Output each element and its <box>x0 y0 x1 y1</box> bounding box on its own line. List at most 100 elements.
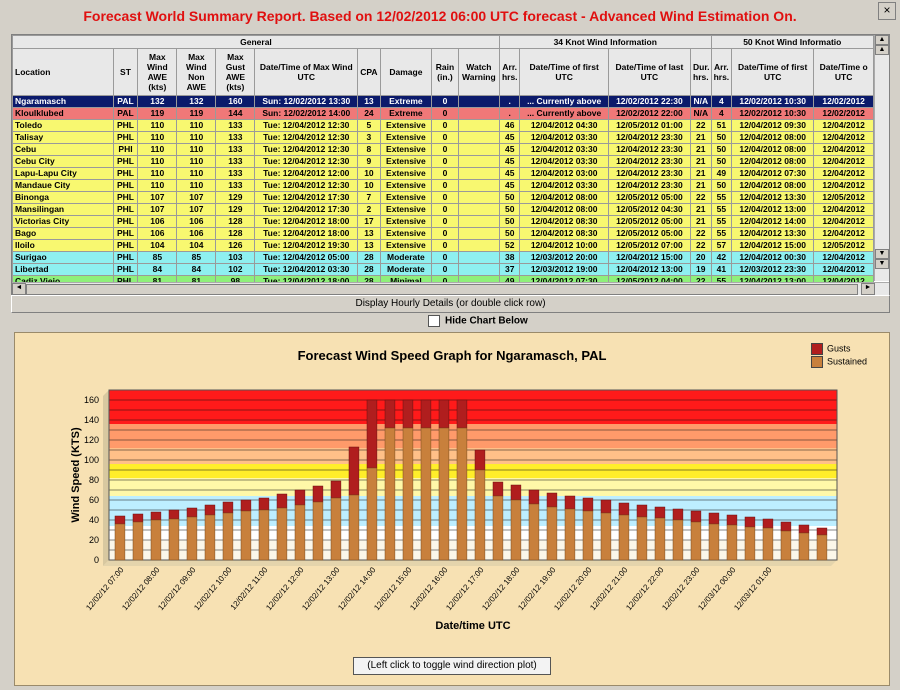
column-header[interactable]: Date/Time of first UTC <box>731 48 815 96</box>
table-row[interactable]: Cebu City PHL 110 110 133 Tue: 12/04/2012 12:… <box>12 155 874 168</box>
gust-bar <box>312 485 324 503</box>
sustained-bar <box>564 508 576 561</box>
table-cell: 21 <box>690 167 712 180</box>
table-cell: 12/04/2012 <box>813 155 874 168</box>
table-cell: 57 <box>710 239 733 252</box>
table-cell: Extensive <box>379 191 433 204</box>
vertical-scrollbar[interactable]: ▲ ▲ ▼ ▼ <box>874 35 889 281</box>
column-header[interactable]: Damage <box>379 48 433 96</box>
scroll-down-icon[interactable]: ▼ <box>875 249 889 259</box>
gust-bar <box>240 499 252 512</box>
table-cell: PHL <box>112 179 139 192</box>
table-cell: Tue: 12/04/2012 12:30 <box>254 179 359 192</box>
column-header[interactable]: Date/Time o UTC <box>813 48 874 96</box>
scroll-right-icon[interactable]: ► <box>861 283 875 295</box>
table-cell: 84 <box>176 263 217 276</box>
table-cell: 12/04/2012 08:00 <box>731 143 815 156</box>
group-header-50-knot: 50 Knot Wind Informatio <box>710 35 875 49</box>
table-cell: 103 <box>215 251 256 264</box>
table-row[interactable]: Talisay PHL 110 110 133 Tue: 12/04/2012 12:30… <box>12 131 874 144</box>
sustained-bar <box>510 499 522 561</box>
column-header[interactable]: Date/Time of last UTC <box>607 48 692 96</box>
column-header[interactable]: Arr. hrs. <box>710 48 733 96</box>
sustained-bar <box>618 514 630 561</box>
horizontal-scroll-thumb[interactable] <box>26 284 858 295</box>
table-cell: 126 <box>215 239 256 252</box>
checkbox-icon[interactable] <box>428 315 440 327</box>
column-header[interactable]: CPA <box>357 48 381 96</box>
column-header[interactable]: Watch Warning <box>457 48 500 96</box>
sustained-bar <box>312 501 324 561</box>
table-cell: 45 <box>498 131 521 144</box>
table-row[interactable]: Ngaramasch PAL 132 132 160 Sun: 12/02/2012 13… <box>12 95 874 108</box>
y-tick-label: 100 <box>84 455 99 465</box>
table-cell: PAL <box>112 107 139 120</box>
table-cell: PHL <box>112 263 139 276</box>
table-cell: Extensive <box>379 215 433 228</box>
gust-bar <box>798 524 810 534</box>
gust-bar <box>438 399 450 429</box>
table-cell: Extensive <box>379 239 433 252</box>
table-row[interactable]: Toledo PHL 110 110 133 Tue: 12/04/2012 12:30 5… <box>12 119 874 132</box>
table-cell: 12/05/2012 01:00 <box>607 119 692 132</box>
table-row[interactable]: Kloulklubed PAL 119 119 144 Sun: 12/02/2012 1… <box>12 107 874 120</box>
table-cell: 110 <box>176 179 217 192</box>
horizontal-scrollbar[interactable]: ◄ ► <box>12 282 889 295</box>
column-header[interactable]: Max Gust AWE (kts) <box>215 48 256 96</box>
scroll-top-icon[interactable]: ▲ <box>875 35 889 45</box>
x-tick-label: 12/02/12 17:00 <box>444 565 486 612</box>
table-row[interactable]: Victorias City PHL 106 106 128 Tue: 12/04/201… <box>12 215 874 228</box>
table-cell: 8 <box>357 143 381 156</box>
table-row[interactable]: Mansilingan PHL 107 107 129 Tue: 12/04/2012 1… <box>12 203 874 216</box>
table-cell: 50 <box>498 227 521 240</box>
chart-legend: Gusts Sustained <box>811 343 867 369</box>
table-cell: 12/04/2012 15:00 <box>607 251 692 264</box>
table-row[interactable]: Cebu PHI 110 110 133 Tue: 12/04/2012 12:30 8 Ex… <box>12 143 874 156</box>
gust-bar <box>582 497 594 512</box>
display-hourly-details-button[interactable]: Display Hourly Details (or double click … <box>11 295 890 313</box>
column-header[interactable]: Arr. hrs. <box>498 48 521 96</box>
sustained-bar <box>348 494 360 561</box>
table-cell: 12/04/2012 03:00 <box>519 167 609 180</box>
x-tick-label: 12/02/12 09:00 <box>156 565 198 612</box>
gust-bar <box>168 509 180 520</box>
hide-chart-checkbox[interactable]: Hide Chart Below <box>428 315 528 327</box>
column-header[interactable]: Location <box>12 48 114 96</box>
table-cell: Tue: 12/04/2012 12:30 <box>254 119 359 132</box>
summary-grid[interactable]: General 34 Knot Wind Information 50 Knot… <box>11 34 890 296</box>
column-header[interactable]: Max Wind AWE (kts) <box>137 48 178 96</box>
column-header[interactable]: Max Wind Non AWE <box>176 48 217 96</box>
sustained-bar <box>780 530 792 561</box>
column-header[interactable]: Date/Time of Max Wind UTC <box>254 48 359 96</box>
table-cell: 128 <box>215 227 256 240</box>
scroll-bottom-icon[interactable]: ▼ <box>875 259 889 269</box>
table-cell: PHL <box>112 167 139 180</box>
table-cell: 12/04/2012 14:00 <box>731 215 815 228</box>
close-icon[interactable]: × <box>878 2 896 20</box>
column-header[interactable]: Dur. hrs. <box>690 48 712 96</box>
column-header[interactable]: ST <box>112 48 139 96</box>
table-cell: 12/04/2012 <box>813 227 874 240</box>
table-row[interactable]: Surigao PHL 85 85 103 Tue: 12/04/2012 05:00 28… <box>12 251 874 264</box>
gust-bar <box>546 492 558 508</box>
gust-bar <box>492 481 504 497</box>
column-header[interactable]: Rain (in.) <box>431 48 459 96</box>
table-row[interactable]: Iloilo PHL 104 104 126 Tue: 12/04/2012 19:30 1… <box>12 239 874 252</box>
toggle-wind-direction-button[interactable]: (Left click to toggle wind direction plo… <box>353 657 551 675</box>
table-cell: . <box>498 107 521 120</box>
table-cell: 119 <box>176 107 217 120</box>
table-cell: Toledo <box>12 119 114 132</box>
scroll-up-icon[interactable]: ▲ <box>875 45 889 55</box>
table-row[interactable]: Libertad PHL 84 84 102 Tue: 12/04/2012 03:30 2… <box>12 263 874 276</box>
table-cell: 5 <box>357 119 381 132</box>
scroll-left-icon[interactable]: ◄ <box>12 283 26 295</box>
table-cell: 45 <box>498 167 521 180</box>
table-cell: Libertad <box>12 263 114 276</box>
group-header-general: General <box>12 35 500 49</box>
table-row[interactable]: Mandaue City PHL 110 110 133 Tue: 12/04/2012 … <box>12 179 874 192</box>
table-row[interactable]: Bago PHL 106 106 128 Tue: 12/04/2012 18:00 13 E… <box>12 227 874 240</box>
table-row[interactable]: Lapu-Lapu City PHL 110 110 133 Tue: 12/04/201… <box>12 167 874 180</box>
table-row[interactable]: Binonga PHL 107 107 129 Tue: 12/04/2012 17:30… <box>12 191 874 204</box>
column-header[interactable]: Date/Time of first UTC <box>519 48 609 96</box>
table-cell: 12/04/2012 03:30 <box>519 155 609 168</box>
